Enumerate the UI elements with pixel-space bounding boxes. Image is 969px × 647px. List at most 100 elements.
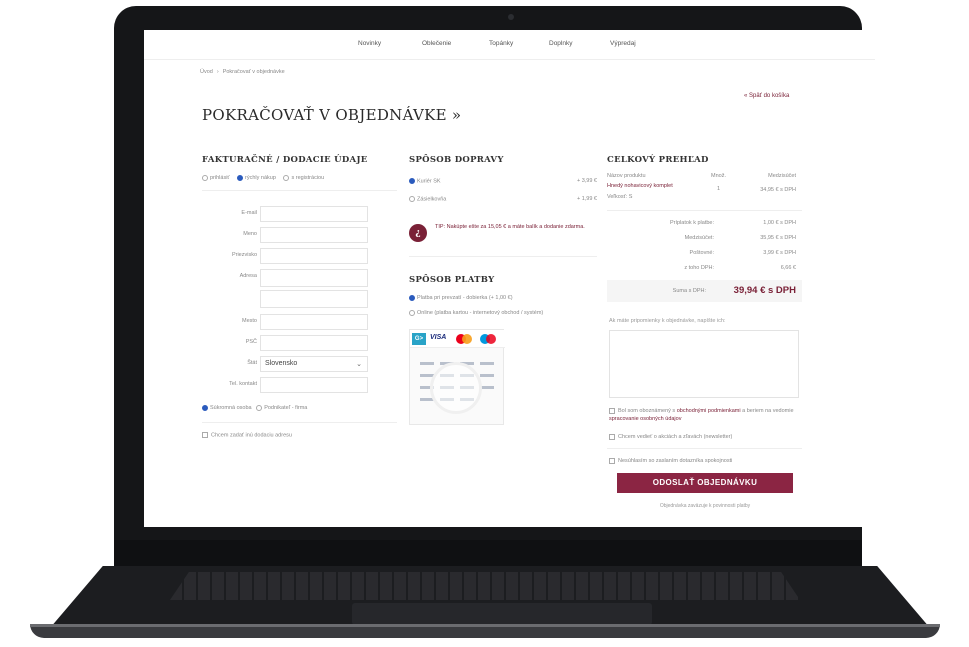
summary-row-payment-fee: Príplatok k platbe: 1,00 € s DPH: [607, 220, 802, 230]
radio-icon: [202, 175, 208, 181]
magnifier-overlay: [430, 362, 482, 414]
nav-item-oblecenie[interactable]: Oblečenie: [422, 40, 451, 47]
summary-row-value: 6,66 €: [780, 265, 796, 271]
address-label: Adresa: [239, 273, 257, 279]
last-name-field[interactable]: [260, 248, 368, 264]
survey-optout-checkbox[interactable]: Nesúhlasím so zaslaním dotazníka spokojn…: [609, 457, 804, 465]
newsletter-label: Chcem vedieť o akciách a zľavách (newsle…: [618, 434, 733, 440]
phone-field[interactable]: [260, 377, 368, 393]
person-type-group: Súkromná osoba Podnikateľ - firma: [202, 405, 307, 411]
first-name-row: Meno: [202, 227, 372, 243]
divider: [202, 422, 397, 423]
terms-consent-checkbox[interactable]: Bol som oboznámený s obchodnými podmienk…: [609, 407, 804, 423]
mastercard-logo: [462, 334, 472, 344]
laptop-screen: Novinky Oblečenie Topánky Doplnky Výpred…: [144, 30, 875, 527]
visa-logo: VISA: [430, 334, 447, 341]
shipping-option-price: + 1,99 €: [576, 196, 597, 202]
checkbox-icon: [609, 457, 615, 464]
summary-row-value: 3,99 € s DPH: [763, 250, 796, 256]
nav-item-vypredaj[interactable]: Výpredaj: [610, 40, 636, 47]
bank-logo: [480, 362, 494, 365]
free-shipping-tip: ¿ TIP: Nakúpte ešte za 15,05 € a máte ba…: [409, 220, 597, 250]
nav-item-topanky[interactable]: Topánky: [489, 40, 513, 47]
shipping-option-price: + 3,99 €: [576, 178, 597, 184]
payment-option-label: Platba pri prevzatí - dobierka (+ 1,00 €…: [417, 295, 513, 301]
summary-row-label: Medzisúčet:: [684, 235, 714, 241]
summary-row-value: 1,00 € s DPH: [763, 220, 796, 226]
back-to-cart-link[interactable]: « Späť do košíka: [744, 93, 789, 99]
radio-selected-icon: [237, 175, 244, 181]
phone-label: Tel. kontakt: [229, 381, 257, 387]
divider: [607, 210, 802, 211]
consent-text: Bol som oboznámený s: [618, 408, 677, 414]
radio-icon: [283, 175, 290, 181]
item-qty: 1: [717, 186, 721, 192]
top-navigation: Novinky Oblečenie Topánky Doplnky Výpred…: [144, 30, 875, 60]
privacy-link[interactable]: spracovanie osobných údajov: [609, 416, 681, 422]
shipping-option-courier[interactable]: Kuriér SK + 3,99 €: [409, 178, 597, 190]
terms-link[interactable]: obchodnými podmienkami: [677, 408, 741, 414]
breadcrumb: Úvod › Pokračovať v objednávke: [200, 69, 285, 75]
zip-row: PSČ: [202, 335, 372, 351]
radio-selected-icon: [202, 405, 208, 411]
bank-logo: [480, 386, 494, 389]
address-field[interactable]: [260, 269, 368, 287]
cart-item-row: Hnedý nohavicový komplet 1 34,95 € s DPH: [607, 183, 802, 193]
address-field-2[interactable]: [260, 290, 368, 308]
header-subtotal: Medzisúčet: [768, 173, 796, 179]
other-address-checkbox[interactable]: Chcem zadať inú dodaciu adresu: [202, 432, 292, 438]
breadcrumb-home[interactable]: Úvod: [200, 69, 213, 75]
nav-item-novinky[interactable]: Novinky: [358, 40, 381, 47]
checkbox-icon: [609, 433, 615, 440]
payment-option-online[interactable]: Online (platba kartou - internetový obch…: [409, 309, 579, 317]
item-price: 34,95 € s DPH: [760, 187, 796, 193]
customer-type-login[interactable]: prihlásiť: [202, 175, 230, 181]
customer-type-quick[interactable]: rýchly nákup: [237, 175, 276, 181]
email-field[interactable]: [260, 206, 368, 222]
header-product: Názov produktu: [607, 173, 646, 179]
zip-label: PSČ: [245, 339, 257, 345]
shipping-option-pickup[interactable]: Zásielkovňa + 1,99 €: [409, 196, 597, 208]
person-type-private[interactable]: Súkromná osoba: [202, 405, 252, 411]
nav-item-doplnky[interactable]: Doplnky: [549, 40, 572, 47]
divider: [202, 190, 397, 191]
divider: [607, 448, 802, 449]
payment-obligation-note: Objednávka zaväzuje k povinnosti platby: [659, 503, 751, 509]
shipping-title: SPÔSOB DOPRAVY: [409, 155, 504, 165]
newsletter-checkbox[interactable]: Chcem vedieť o akciách a zľavách (newsle…: [609, 433, 804, 441]
email-row: E-mail: [202, 206, 372, 222]
shipping-option-label: Zásielkovňa: [417, 196, 447, 203]
address-row: Adresa: [202, 269, 372, 311]
first-name-label: Meno: [243, 231, 257, 237]
city-row: Mesto: [202, 314, 372, 330]
trackpad: [352, 603, 652, 625]
city-field[interactable]: [260, 314, 368, 330]
breadcrumb-current: Pokračovať v objednávke: [222, 69, 285, 75]
laptop-hinge: [114, 540, 862, 570]
order-note-textarea[interactable]: [609, 330, 799, 398]
bank-logo: [480, 374, 494, 377]
summary-row-vat: z toho DPH: 6,66 €: [607, 265, 802, 275]
first-name-field[interactable]: [260, 227, 368, 243]
radio-icon: [256, 405, 263, 411]
email-label: E-mail: [241, 210, 257, 216]
summary-table-header: Názov produktu Množ. Medzisúčet: [607, 173, 802, 179]
header-qty: Množ.: [711, 173, 726, 179]
country-row: Štát Slovensko ⌄: [202, 356, 372, 372]
country-select[interactable]: Slovensko ⌄: [260, 356, 368, 372]
last-name-row: Priezvisko: [202, 248, 372, 264]
card-logos: G> VISA: [410, 330, 505, 348]
payment-methods-card: G> VISA: [409, 329, 505, 425]
radio-icon: [409, 309, 415, 316]
radio-icon: [409, 196, 415, 202]
customer-type-register[interactable]: s registráciou: [283, 175, 324, 181]
total-label: Suma s DPH:: [672, 288, 706, 294]
summary-title: CELKOVÝ PREHĽAD: [607, 155, 709, 165]
person-type-business[interactable]: Podnikateľ - firma: [256, 405, 307, 411]
summary-row-shipping: Poštovné: 3,99 € s DPH: [607, 250, 802, 260]
submit-order-button[interactable]: ODOSLAŤ OBJEDNÁVKU: [617, 473, 793, 493]
bank-logo: [420, 362, 434, 365]
payment-option-cod[interactable]: Platba pri prevzatí - dobierka (+ 1,00 €…: [409, 294, 579, 302]
order-total: Suma s DPH: 39,94 € s DPH: [607, 280, 802, 302]
zip-field[interactable]: [260, 335, 368, 351]
